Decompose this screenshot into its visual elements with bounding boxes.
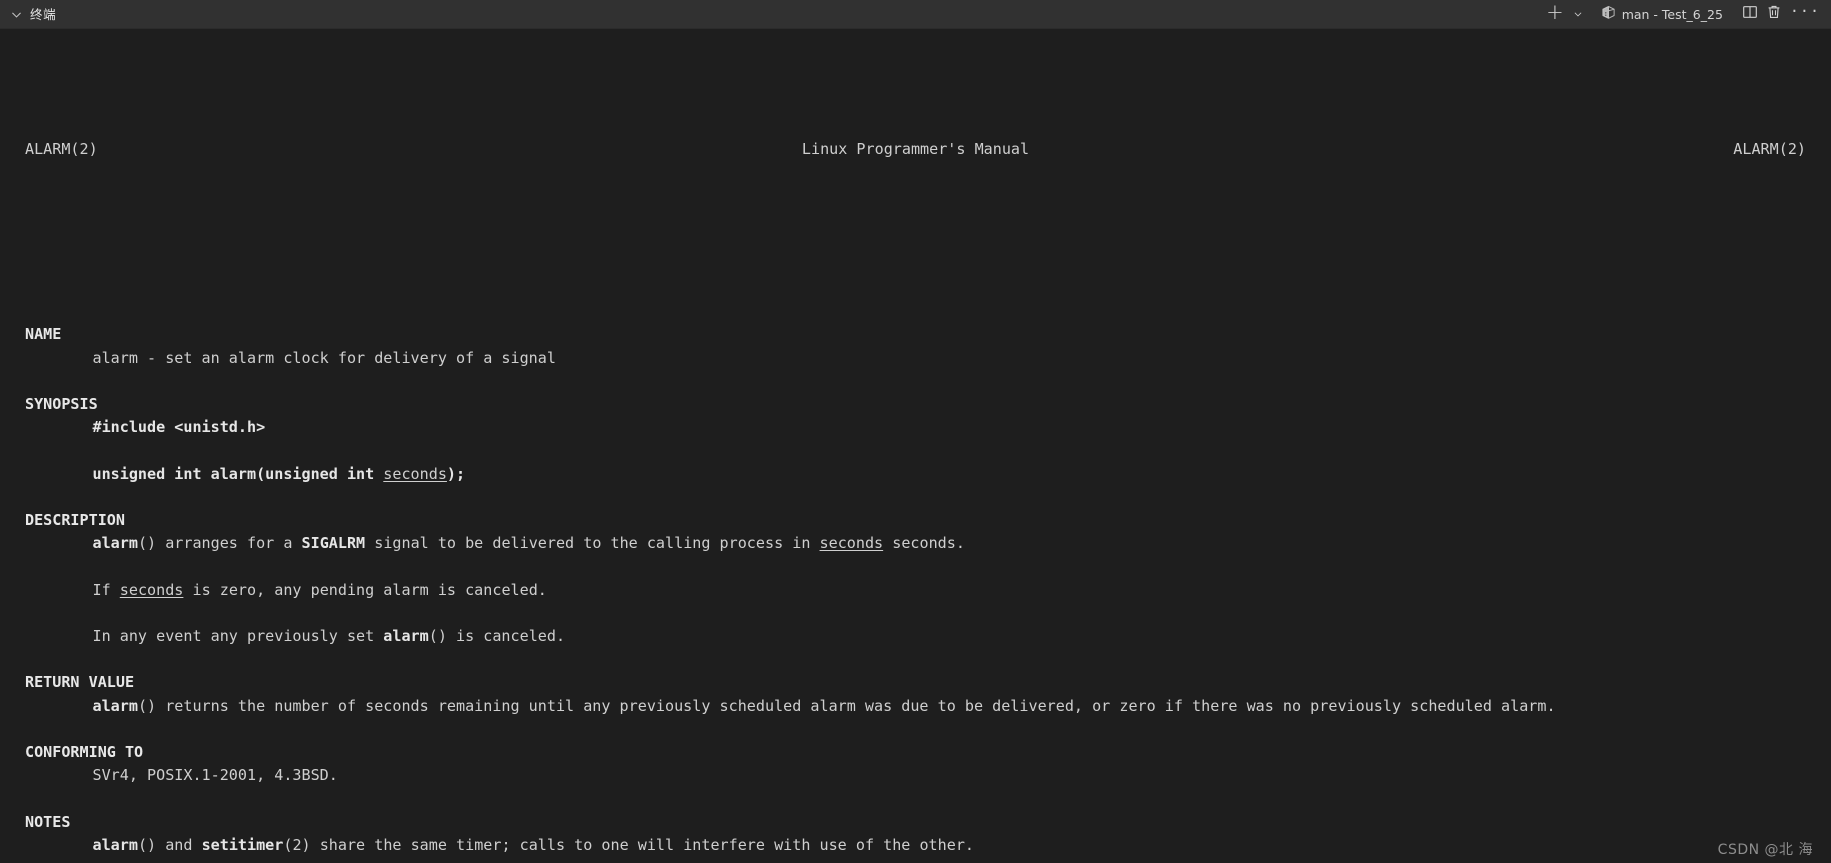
chevron-down-icon[interactable] [6, 4, 26, 24]
text-run: () and [137, 835, 202, 854]
bold-run: alarm [92, 534, 138, 553]
text-run: alarm - set an alarm clock for delivery … [92, 348, 556, 367]
section-heading-synopsis: SYNOPSIS [25, 395, 98, 414]
bold-run: alarm [92, 835, 138, 854]
man-text-line: SVr4, POSIX.1-2001, 4.3BSD. [25, 764, 1831, 787]
man-text-line: If seconds is zero, any pending alarm is… [25, 579, 1831, 602]
panel-header-left: 终端 [6, 4, 56, 24]
text-run: If [92, 580, 120, 599]
kill-terminal-button[interactable] [1763, 3, 1785, 25]
section-heading-name: NAME [25, 325, 62, 344]
bold-run: alarm [383, 626, 429, 645]
split-terminal-button[interactable] [1739, 3, 1761, 25]
more-actions-button[interactable]: ··· [1787, 3, 1823, 25]
text-run: signal to be delivered to the calling pr… [365, 534, 820, 553]
man-header-row: ALARM(2) Linux Programmer's Manual ALARM… [25, 138, 1806, 161]
text-run: () arranges for a [137, 534, 302, 553]
chevron-down-icon [1574, 12, 1582, 17]
man-text-line: alarm() and setitimer(2) share the same … [25, 834, 1831, 857]
man-page-content: ALARM(2) Linux Programmer's Manual ALARM… [0, 45, 1831, 863]
underlined-run: seconds [119, 580, 184, 599]
plus-icon: + [1546, 0, 1564, 24]
watermark: CSDN @北 海 [1717, 842, 1813, 858]
man-text-line: unsigned int alarm(unsigned int seconds)… [25, 463, 1831, 486]
underlined-run: seconds [819, 534, 884, 553]
new-terminal-dropdown-button[interactable] [1569, 3, 1591, 25]
man-header-center: Linux Programmer's Manual [801, 139, 1030, 158]
terminal-panel-header: 终端 + man - Test_6_25 ··· [0, 0, 1831, 29]
active-terminal-label: man - Test_6_25 [1621, 6, 1723, 22]
man-text-line: #include <unistd.h> [25, 416, 1831, 439]
split-panel-icon [1742, 4, 1758, 24]
active-terminal-tab[interactable]: man - Test_6_25 [1597, 3, 1729, 25]
section-heading-description: DESCRIPTION [25, 511, 125, 529]
bold-run: ); [446, 464, 466, 483]
ellipsis-icon: ··· [1789, 2, 1820, 20]
man-text-line: alarm - set an alarm clock for delivery … [25, 347, 1831, 370]
bold-run: SIGALRM [301, 534, 366, 553]
bold-run: setitimer [201, 835, 284, 854]
text-run: () returns the number of seconds remaini… [137, 696, 1556, 715]
section-heading-conforming-to: CONFORMING TO [25, 742, 144, 761]
text-run: SVr4, POSIX.1-2001, 4.3BSD. [92, 766, 338, 785]
terminal-body[interactable]: ALARM(2) Linux Programmer's Manual ALARM… [0, 29, 1831, 863]
bold-run: #include <unistd.h> [92, 418, 266, 437]
cube-icon [1601, 5, 1616, 24]
terminal-toolbar: + man - Test_6_25 ··· [1543, 0, 1823, 25]
text-run: is zero, any pending alarm is canceled. [183, 580, 547, 599]
trash-icon [1766, 4, 1782, 24]
man-header-left: ALARM(2) [25, 139, 98, 158]
section-heading-return-value: RETURN VALUE [25, 673, 135, 692]
text-run: In any event any previously set [92, 626, 384, 645]
man-sections: NAME alarm - set an alarm clock for deliv… [25, 323, 1831, 863]
section-heading-notes: NOTES [25, 812, 71, 831]
text-run: seconds. [883, 534, 965, 553]
man-header-right: ALARM(2) [1733, 139, 1806, 158]
new-terminal-button[interactable]: + [1543, 0, 1567, 25]
bold-run: unsigned int alarm(unsigned int [92, 464, 384, 483]
bold-run: alarm [92, 696, 138, 715]
underlined-run: seconds [383, 464, 447, 483]
text-run: () is canceled. [428, 626, 566, 645]
man-text-line: alarm() returns the number of seconds re… [25, 695, 1831, 718]
panel-title: 终端 [30, 7, 57, 22]
text-run: (2) share the same timer; calls to one w… [283, 835, 974, 854]
man-text-line: alarm() arranges for a SIGALRM signal to… [25, 532, 1831, 555]
man-text-line: In any event any previously set alarm() … [25, 625, 1831, 648]
